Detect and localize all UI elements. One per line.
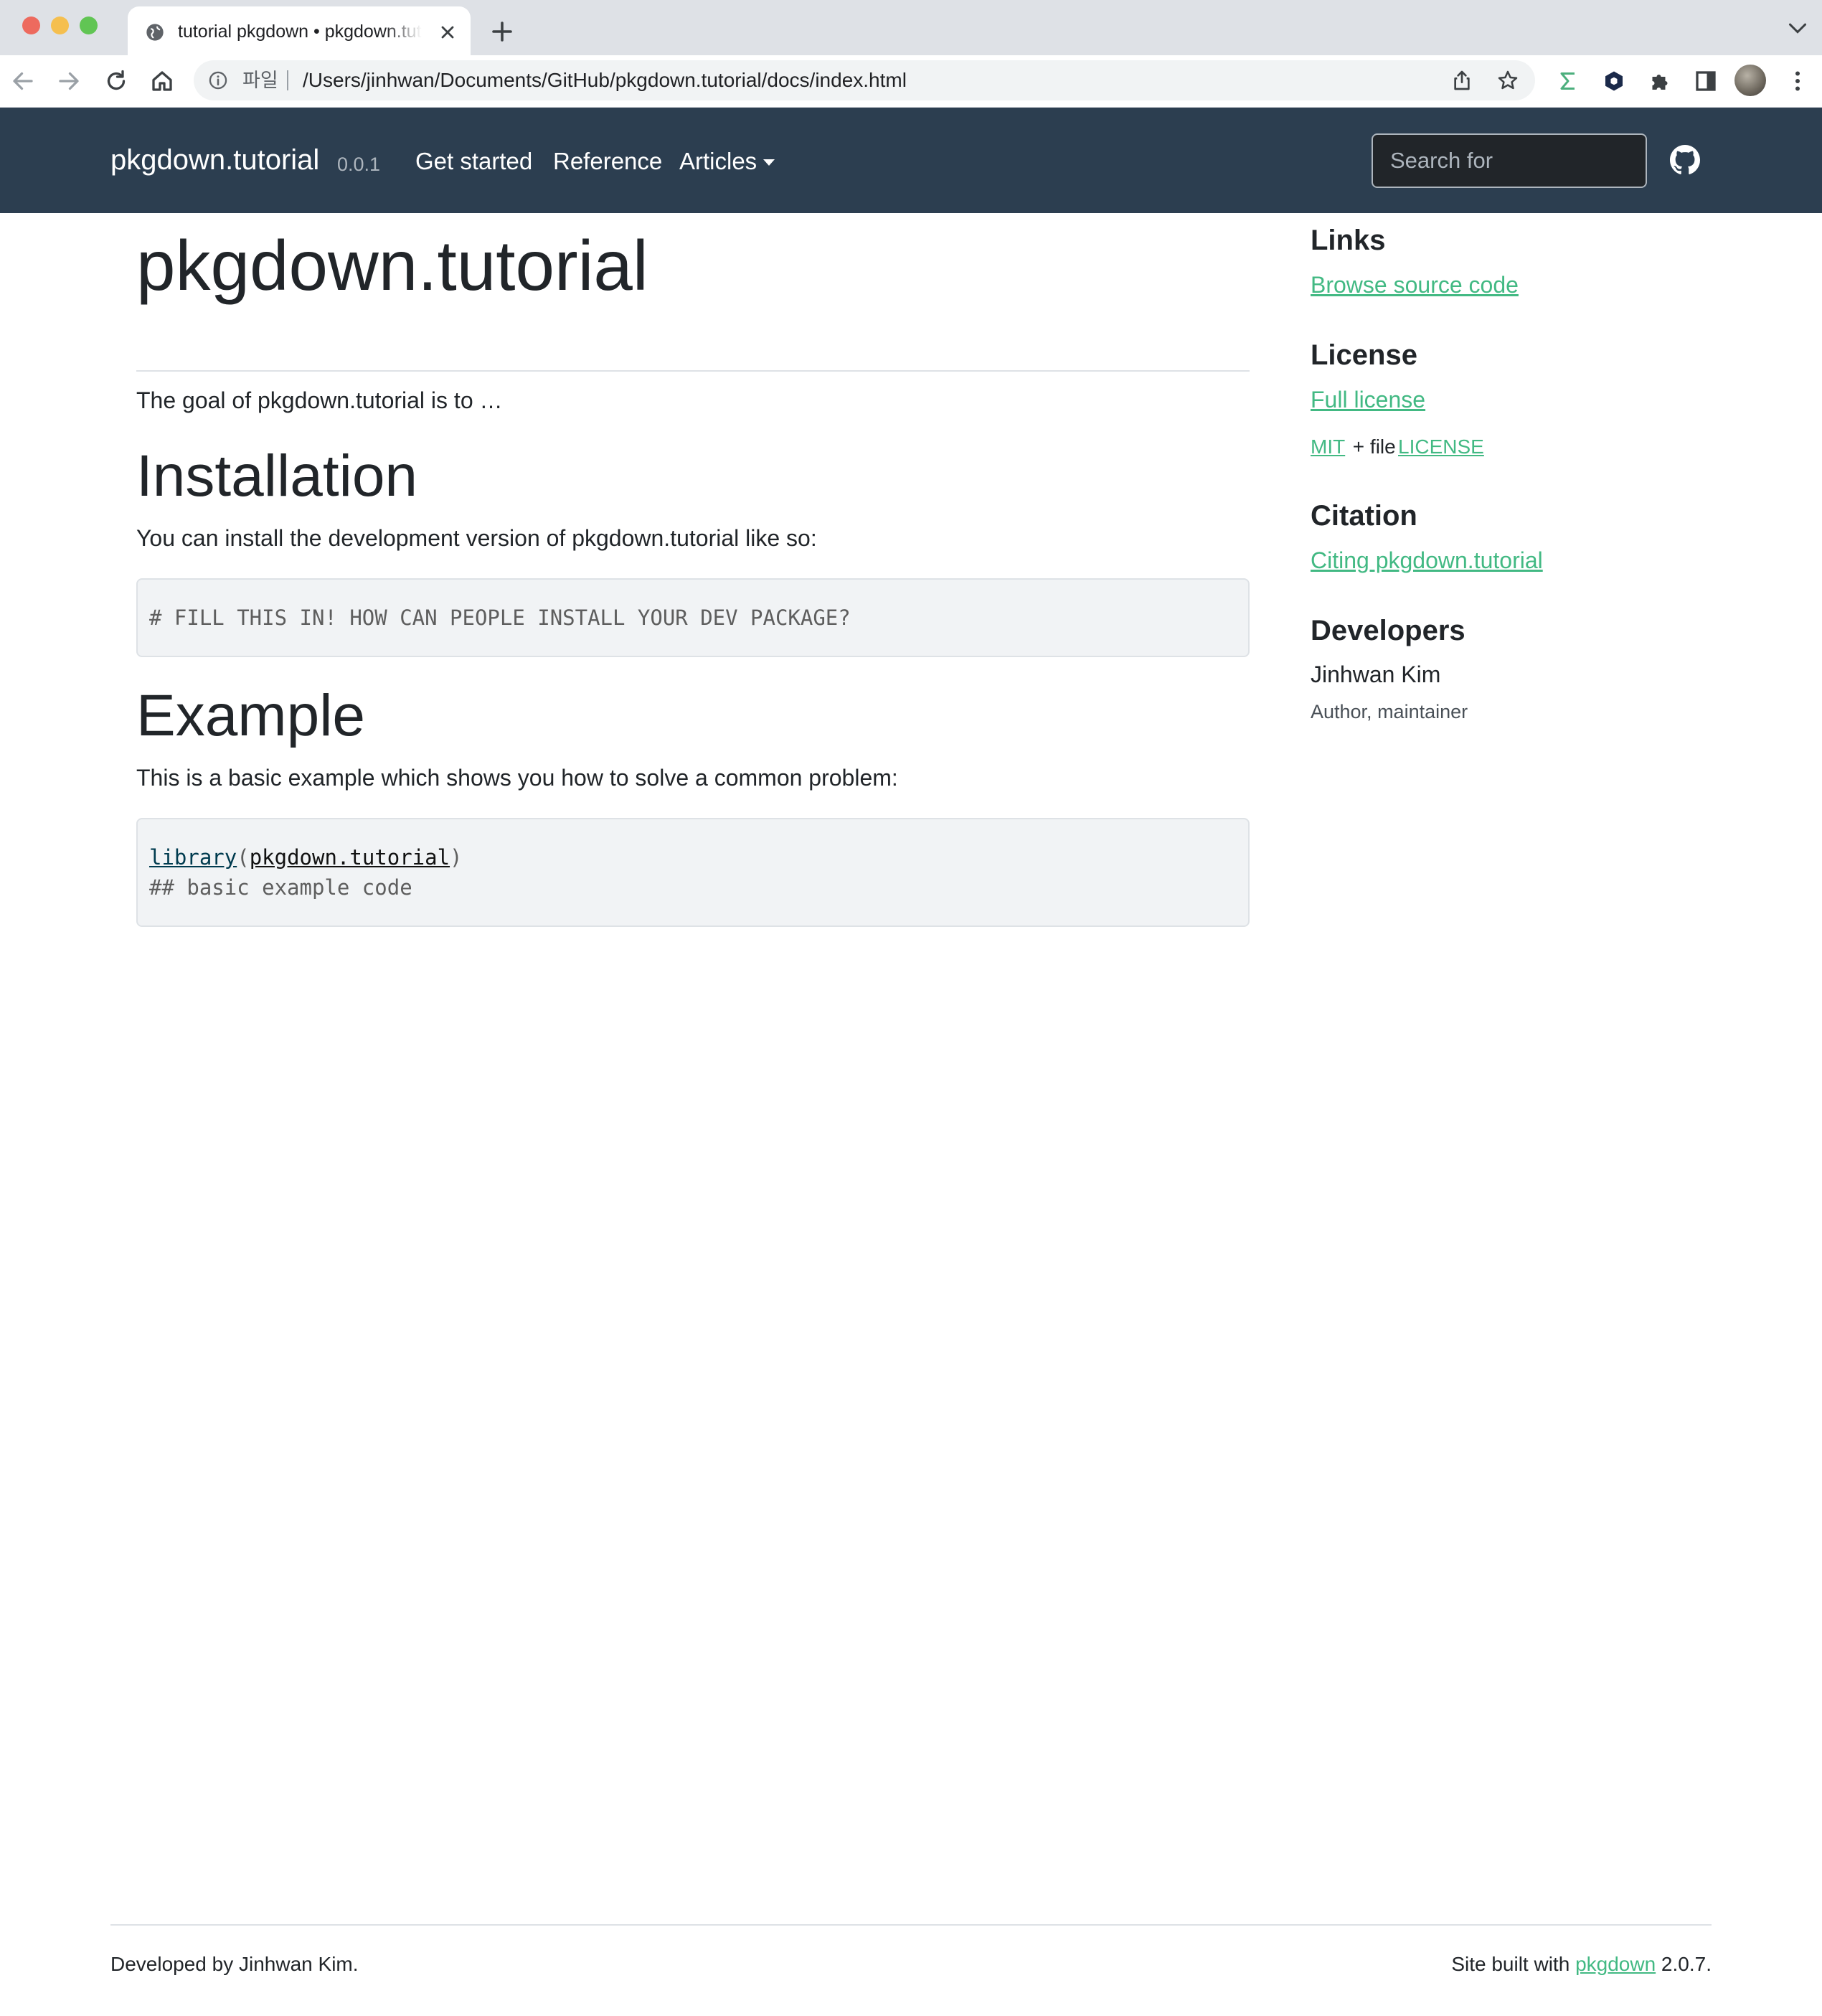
footer-built-suffix: 2.0.7. (1656, 1953, 1712, 1975)
info-icon[interactable] (208, 70, 228, 90)
browse-source-link[interactable]: Browse source code (1311, 270, 1519, 300)
mit-link[interactable]: MIT (1311, 433, 1345, 461)
citing-link[interactable]: Citing pkgdown.tutorial (1311, 545, 1543, 575)
pkgdown-link[interactable]: pkgdown (1575, 1953, 1656, 1975)
footer-divider (110, 1924, 1712, 1926)
site-navbar: pkgdown.tutorial 0.0.1 Get started Refer… (0, 108, 1822, 213)
close-icon[interactable] (438, 22, 458, 42)
more-vertical-icon[interactable] (1785, 68, 1811, 94)
code-comment: # FILL THIS IN! HOW CAN PEOPLE INSTALL Y… (149, 606, 851, 630)
window-zoom-button[interactable] (80, 17, 98, 34)
developers-heading: Developers (1311, 615, 1465, 646)
links-heading: Links (1311, 225, 1386, 256)
tab-title: tutorial pkgdown • pkgdown.tutorial (178, 22, 422, 42)
installation-text: You can install the development version … (136, 525, 817, 551)
nav-reference[interactable]: Reference (553, 146, 662, 176)
code-package-link[interactable]: pkgdown.tutorial (250, 845, 450, 870)
forward-arrow-icon[interactable] (56, 68, 82, 94)
share-icon[interactable] (1450, 69, 1473, 92)
license-file-link[interactable]: LICENSE (1398, 433, 1484, 461)
license-file-text: + file (1347, 435, 1402, 458)
nav-get-started[interactable]: Get started (415, 146, 532, 176)
version-label: 0.0.1 (337, 154, 381, 175)
chevron-down-icon[interactable] (1788, 22, 1808, 36)
code-paren-open: ( (237, 845, 250, 870)
page-title: pkgdown.tutorial (136, 226, 648, 305)
example-heading: Example (136, 683, 366, 748)
code-function-link[interactable]: library (149, 845, 237, 870)
code-paren-close: ) (450, 845, 463, 870)
navbar-brand[interactable]: pkgdown.tutorial (110, 142, 319, 178)
browser-tab-bar: tutorial pkgdown • pkgdown.tutorial (0, 0, 1822, 55)
license-heading: License (1311, 339, 1417, 371)
url-text[interactable]: /Users/jinhwan/Documents/GitHub/pkgdown.… (303, 68, 907, 93)
back-arrow-icon[interactable] (10, 68, 36, 94)
extensions-puzzle-icon[interactable] (1647, 68, 1673, 94)
hexagon-extension-icon[interactable] (1601, 68, 1627, 94)
browser-tab-active[interactable]: tutorial pkgdown • pkgdown.tutorial (128, 6, 471, 55)
developer-name: Jinhwan Kim (1311, 661, 1441, 687)
address-bar[interactable]: 파일 /Users/jinhwan/Documents/GitHub/pkgdo… (194, 60, 1535, 100)
code-comment: ## basic example code (149, 875, 412, 900)
example-code-block: library(pkgdown.tutorial) ## basic examp… (136, 818, 1250, 927)
installation-code-block: # FILL THIS IN! HOW CAN PEOPLE INSTALL Y… (136, 578, 1250, 657)
search-input[interactable] (1372, 133, 1647, 188)
profile-avatar[interactable] (1734, 65, 1766, 96)
side-panel-icon[interactable] (1693, 68, 1719, 94)
new-tab-plus-icon[interactable] (489, 19, 515, 44)
developer-role: Author, maintainer (1311, 701, 1468, 722)
title-divider (136, 370, 1250, 372)
nav-articles-dropdown[interactable]: Articles (679, 146, 757, 176)
footer-site-built: Site built with pkgdown 2.0.7. (1451, 1950, 1712, 1979)
example-text: This is a basic example which shows you … (136, 765, 898, 791)
sigma-extension-icon[interactable] (1555, 68, 1581, 94)
window-close-button[interactable] (22, 17, 40, 34)
home-icon[interactable] (149, 68, 175, 94)
globe-icon (146, 24, 164, 41)
reload-icon[interactable] (103, 68, 129, 94)
footer-developed-by: Developed by Jinhwan Kim. (110, 1953, 359, 1975)
caret-down-icon[interactable] (763, 159, 775, 166)
omnibox-divider (287, 70, 288, 90)
intro-text: The goal of pkgdown.tutorial is to … (136, 387, 503, 413)
citation-heading: Citation (1311, 500, 1417, 532)
full-license-link[interactable]: Full license (1311, 385, 1425, 415)
window-minimize-button[interactable] (51, 17, 69, 34)
url-scheme-label: 파일 (242, 70, 278, 91)
footer-built-prefix: Site built with (1451, 1953, 1576, 1975)
bookmark-star-icon[interactable] (1496, 69, 1519, 92)
installation-heading: Installation (136, 443, 418, 509)
github-icon[interactable] (1670, 145, 1700, 175)
